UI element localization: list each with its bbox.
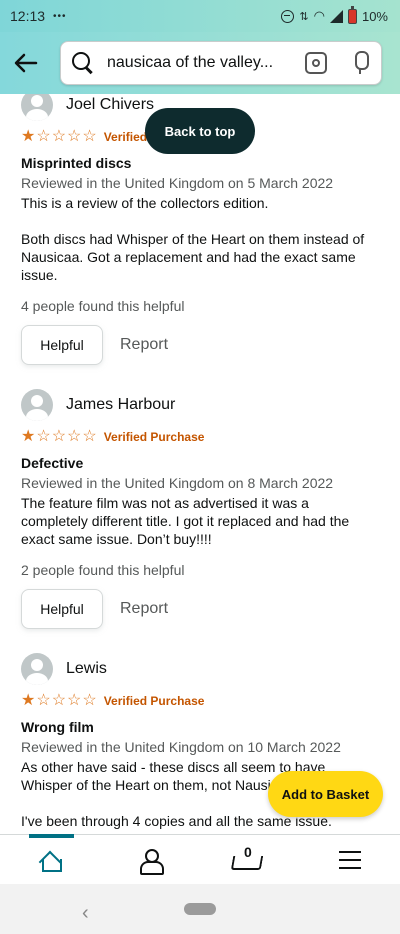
- review-item: James Harbour ★ ☆ ☆ ☆ ☆ Verified Purchas…: [0, 389, 400, 629]
- star-empty-icon: ☆: [82, 692, 97, 709]
- review-date: Reviewed in the United Kingdom on 10 Mar…: [21, 739, 341, 755]
- avatar: [21, 653, 53, 685]
- review-body: This is a review of the collectors editi…: [21, 195, 365, 283]
- status-bar: 12:13 ••• ⇅ ◠ 10%: [0, 0, 400, 32]
- battery-icon: [347, 5, 357, 24]
- back-to-top-button[interactable]: Back to top: [145, 108, 255, 154]
- star-empty-icon: ☆: [36, 428, 51, 445]
- star-rating: ★ ☆ ☆ ☆ ☆: [21, 429, 97, 445]
- star-filled-icon: ★: [21, 128, 36, 145]
- status-time: 12:13: [10, 8, 46, 24]
- helpful-button[interactable]: Helpful: [21, 589, 103, 629]
- star-rating: ★ ☆ ☆ ☆ ☆: [21, 129, 97, 145]
- review-title: Misprinted discs: [21, 155, 132, 171]
- review-date: Reviewed in the United Kingdom on 5 Marc…: [21, 175, 334, 191]
- star-empty-icon: ☆: [82, 128, 97, 145]
- star-empty-icon: ☆: [36, 692, 51, 709]
- star-filled-icon: ★: [21, 692, 36, 709]
- review-date: Reviewed in the United Kingdom on 8 Marc…: [21, 475, 334, 491]
- nav-home[interactable]: [20, 833, 80, 885]
- nav-account[interactable]: [120, 835, 180, 885]
- system-home-pill[interactable]: [184, 903, 216, 915]
- wifi-icon: ◠: [313, 8, 325, 23]
- signal-icon: [329, 9, 343, 23]
- reviewer-name: Joel Chivers: [66, 96, 155, 113]
- star-empty-icon: ☆: [51, 692, 67, 709]
- nav-cart[interactable]: 0: [220, 835, 280, 885]
- helpful-count: 4 people found this helpful: [21, 298, 185, 314]
- helpful-count: 2 people found this helpful: [21, 562, 185, 578]
- star-empty-icon: ☆: [51, 428, 67, 445]
- star-empty-icon: ☆: [36, 128, 51, 145]
- add-to-basket-button[interactable]: Add to Basket: [268, 771, 383, 817]
- battery-level: 10%: [361, 8, 388, 24]
- search-icon: [71, 51, 95, 75]
- reviews-list: Joel Chivers ★ ☆ ☆ ☆ ☆ Verified Purchase…: [0, 94, 400, 834]
- back-arrow-icon[interactable]: [10, 43, 42, 83]
- search-header: nausicaa of the valley...: [0, 32, 400, 94]
- nav-menu[interactable]: [320, 835, 380, 885]
- helpful-button[interactable]: Helpful: [21, 325, 103, 365]
- reviewer-name: Lewis: [66, 660, 107, 677]
- dnd-icon: [281, 9, 295, 23]
- star-empty-icon: ☆: [67, 692, 82, 709]
- cart-count: 0: [244, 843, 252, 860]
- verified-purchase-badge: Verified Purchase: [103, 430, 205, 444]
- star-filled-icon: ★: [21, 428, 36, 445]
- review-title: Wrong film: [21, 719, 94, 735]
- star-empty-icon: ☆: [67, 128, 82, 145]
- system-back-icon[interactable]: ‹: [82, 902, 89, 925]
- account-icon: [139, 848, 164, 875]
- bottom-nav: 0: [0, 833, 400, 885]
- menu-icon: [339, 850, 361, 869]
- avatar: [21, 94, 53, 121]
- report-link[interactable]: Report: [120, 600, 168, 618]
- system-navigation-bar: ‹: [0, 884, 400, 934]
- avatar: [21, 389, 53, 421]
- home-icon: [39, 850, 62, 872]
- review-body: The feature film was not as advertised i…: [21, 495, 350, 547]
- verified-purchase-badge: Verified Purchase: [103, 694, 205, 708]
- search-query[interactable]: nausicaa of the valley...: [107, 54, 291, 72]
- review-title: Defective: [21, 455, 84, 471]
- data-arrows-icon: ⇅: [299, 10, 309, 23]
- camera-search-icon[interactable]: [305, 52, 327, 74]
- star-empty-icon: ☆: [82, 428, 97, 445]
- star-empty-icon: ☆: [67, 428, 82, 445]
- star-empty-icon: ☆: [51, 128, 67, 145]
- star-rating: ★ ☆ ☆ ☆ ☆: [21, 693, 97, 709]
- search-input[interactable]: nausicaa of the valley...: [60, 41, 382, 85]
- notification-dots-icon: •••: [53, 10, 67, 22]
- reviewer-name: James Harbour: [66, 396, 176, 413]
- microphone-icon[interactable]: [349, 51, 371, 75]
- report-link[interactable]: Report: [120, 336, 168, 354]
